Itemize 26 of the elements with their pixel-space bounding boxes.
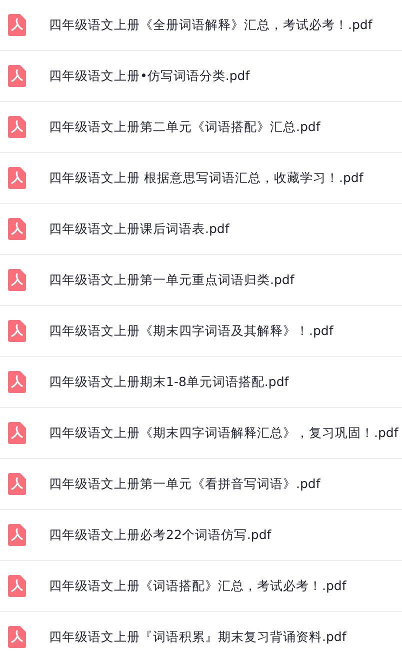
file-name[interactable]: 四年级语文上册《词语搭配》汇总，考试必考！.pdf [49, 578, 346, 594]
pdf-file-icon [8, 269, 26, 291]
file-name[interactable]: 四年级语文上册第一单元《看拼音写词语》.pdf [49, 476, 320, 492]
file-name[interactable]: 四年级语文上册必考22个词语仿写.pdf [49, 526, 272, 544]
file-name[interactable]: 四年级语文上册《期末四字词语解释汇总》，复习巩固！.pdf [49, 424, 398, 442]
pdf-file-icon [8, 167, 26, 189]
pdf-file-icon [8, 65, 26, 87]
pdf-file-icon [8, 473, 26, 495]
pdf-file-icon [8, 218, 26, 240]
pdf-file-icon [8, 575, 26, 597]
file-name[interactable]: 四年级语文上册《全册词语解释》汇总，考试必考！.pdf [49, 16, 372, 34]
file-name[interactable]: 四年级语文上册第一单元重点词语归类.pdf [49, 272, 294, 288]
file-name[interactable]: 四年级语文上册 根据意思写词语汇总，收藏学习！.pdf [49, 170, 364, 186]
pdf-file-icon [8, 371, 26, 393]
pdf-file-icon [8, 116, 26, 138]
file-name[interactable]: 四年级语文上册《期末四字词语及其解释》！.pdf [49, 322, 334, 340]
pdf-file-icon [8, 422, 26, 444]
file-name[interactable]: 四年级语文上册•仿写词语分类.pdf [49, 68, 250, 84]
file-name[interactable]: 四年级语文上册『词语积累』期末复习背诵资料.pdf [49, 628, 346, 646]
pdf-file-icon [8, 14, 26, 36]
pdf-file-icon [8, 626, 26, 648]
pdf-file-icon [8, 320, 26, 342]
file-name[interactable]: 四年级语文上册课后词语表.pdf [49, 220, 230, 238]
file-name[interactable]: 四年级语文上册期末1-8单元词语搭配.pdf [49, 374, 289, 390]
file-name[interactable]: 四年级语文上册第二单元《词语搭配》汇总.pdf [49, 118, 320, 136]
pdf-file-icon [8, 524, 26, 546]
